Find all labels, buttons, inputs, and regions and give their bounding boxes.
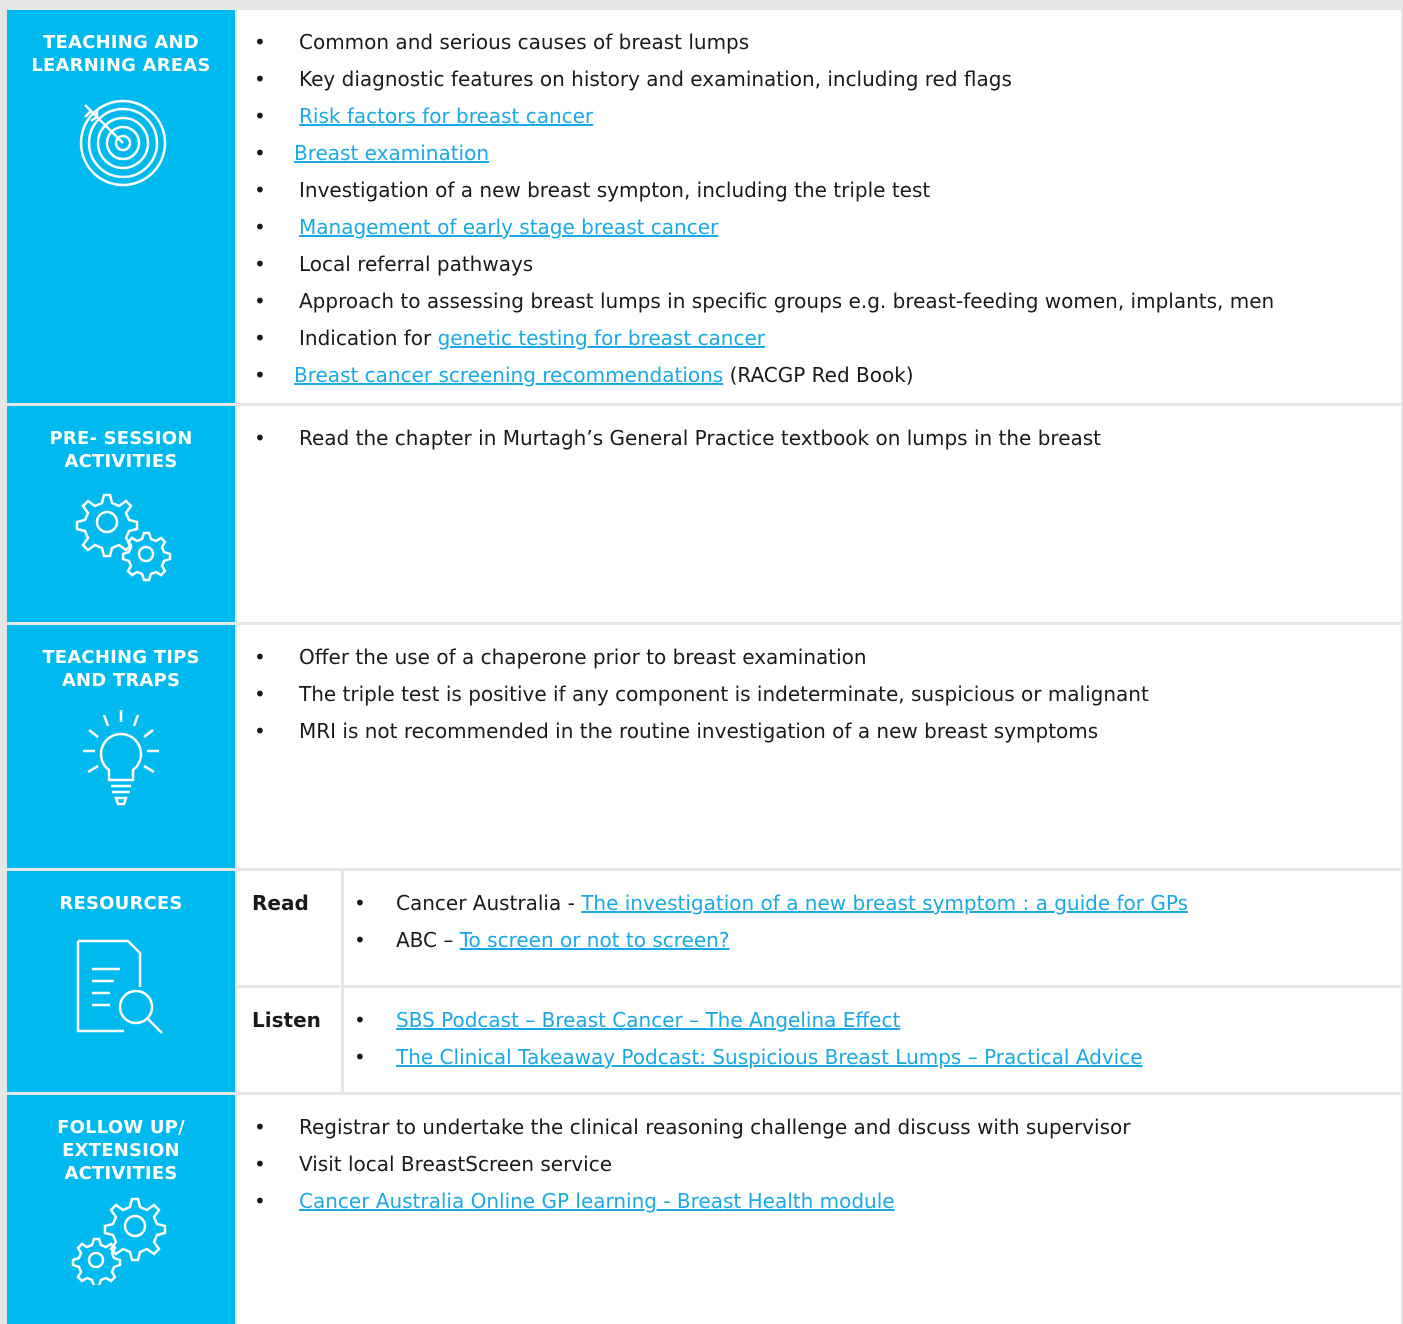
bullet: • (254, 326, 266, 350)
row-resources: RESOURCES Read • Cancer Australia - The … (7, 871, 1401, 1092)
pre-session-header: PRE- SESSION ACTIVITIES (7, 406, 235, 622)
lightbulb-icon (83, 710, 159, 806)
follow-up-header: FOLLOW UP/ EXTENSION ACTIVITIES (7, 1095, 235, 1324)
list-item-text: Cancer Australia Online GP learning - Br… (299, 1187, 895, 1215)
row-pre-session: PRE- SESSION ACTIVITIES • Read the chapte… (7, 406, 1401, 622)
list-item-text: Approach to assessing breast lumps in sp… (299, 287, 1274, 315)
item-text: Local referral pathways (299, 252, 534, 276)
resource-link[interactable]: Management of early stage breast cancer (299, 215, 718, 239)
item-text: Offer the use of a chaperone prior to br… (299, 645, 867, 669)
resource-link[interactable]: The investigation of a new breast sympto… (581, 891, 1188, 915)
resource-link[interactable]: Risk factors for breast cancer (299, 104, 593, 128)
row-teaching-areas: TEACHING AND LEARNING AREAS • Common and … (7, 10, 1401, 403)
pre-session-title: PRE- SESSION ACTIVITIES (49, 428, 193, 472)
bullet: • (254, 67, 266, 91)
bullet: • (254, 1115, 266, 1139)
item-text: Read the chapter in Murtagh’s General Pr… (299, 426, 1102, 450)
list-item-text: Read the chapter in Murtagh’s General Pr… (299, 424, 1101, 452)
bullet: • (354, 1008, 366, 1032)
bullet: • (254, 363, 266, 387)
follow-up-content: • Registrar to undertake the clinical rea… (237, 1095, 1401, 1324)
item-text: The triple test is positive if any compo… (299, 682, 1149, 706)
bullet: • (254, 178, 266, 202)
listen-label-cell: Listen (237, 988, 341, 1092)
bullet: • (254, 1189, 266, 1213)
read-label: Read (252, 891, 309, 915)
item-text: Registrar to undertake the clinical reas… (299, 1115, 1131, 1139)
row-follow-up: FOLLOW UP/ EXTENSION ACTIVITIES • Registr… (7, 1095, 1401, 1324)
document-search-icon (76, 939, 163, 1034)
item-text: Investigation of a new breast sympton, i… (299, 178, 931, 202)
bullet: • (254, 645, 266, 669)
item-text: MRI is not recommended in the routine in… (299, 719, 1099, 743)
list-item-text: Risk factors for breast cancer (299, 102, 593, 130)
list-item-text: Breast cancer screening recommendations … (294, 361, 914, 389)
row-teaching-tips: TEACHING TIPS AND TRAPS • Offer the use … (7, 625, 1401, 868)
list-item-text: SBS Podcast – Breast Cancer – The Angeli… (396, 1006, 900, 1034)
list-item-text: Local referral pathways (299, 250, 533, 278)
learning-plan-table: TEACHING AND LEARNING AREAS • Common and … (7, 10, 1401, 1324)
resource-link[interactable]: SBS Podcast – Breast Cancer – The Angeli… (396, 1008, 900, 1032)
bullet: • (254, 289, 266, 313)
list-item-text: Offer the use of a chaperone prior to br… (299, 643, 867, 671)
listen-content: • SBS Podcast – Breast Cancer – The Angel… (344, 988, 1401, 1092)
list-item-text: Cancer Australia - The investigation of … (396, 889, 1188, 917)
resource-link[interactable]: genetic testing for breast cancer (438, 326, 765, 350)
bullet: • (354, 928, 366, 952)
bullet: • (354, 891, 366, 915)
list-item-text: The triple test is positive if any compo… (299, 680, 1149, 708)
list-item-text: MRI is not recommended in the routine in… (299, 717, 1098, 745)
resource-link[interactable]: Cancer Australia Online GP learning - Br… (299, 1189, 895, 1213)
teaching-tips-title: TEACHING TIPS AND TRAPS (42, 647, 200, 691)
resource-link[interactable]: Breast cancer screening recommendations (294, 363, 723, 387)
resources-title: RESOURCES (59, 893, 183, 914)
teaching-tips-content: • Offer the use of a chaperone prior to b… (237, 625, 1401, 868)
teaching-tips-header: TEACHING TIPS AND TRAPS (7, 625, 235, 868)
bullet: • (254, 682, 266, 706)
bullet: • (254, 30, 266, 54)
item-text: Approach to assessing breast lumps in sp… (299, 289, 1275, 313)
item-text: Visit local BreastScreen service (299, 1152, 613, 1176)
gears-icon (71, 1197, 167, 1285)
read-label-cell: Read (237, 871, 341, 985)
resource-link[interactable]: Breast examination (294, 141, 489, 165)
item-text: Key diagnostic features on history and e… (299, 67, 1012, 91)
list-item-text: The Clinical Takeaway Podcast: Suspiciou… (396, 1043, 1143, 1071)
item-prefix: ABC – (396, 928, 460, 952)
bullet: • (254, 252, 266, 276)
gears-icon (75, 493, 172, 582)
bullet: • (254, 719, 266, 743)
item-suffix: (RACGP Red Book) (723, 363, 914, 387)
list-item-text: Registrar to undertake the clinical reas… (299, 1113, 1130, 1141)
target-icon (79, 99, 167, 187)
bullet: • (254, 426, 266, 450)
item-text: Common and serious causes of breast lump… (299, 30, 750, 54)
list-item-text: ABC – To screen or not to screen? (396, 926, 729, 954)
item-prefix: Indication for (299, 326, 438, 350)
item-prefix: Cancer Australia - (396, 891, 582, 915)
bullet: • (254, 104, 266, 128)
resources-header: RESOURCES (7, 871, 235, 1092)
resource-link[interactable]: To screen or not to screen? (460, 928, 730, 952)
bullet: • (254, 1152, 266, 1176)
pre-session-content: • Read the chapter in Murtagh’s General P… (237, 406, 1401, 622)
list-item-text: Common and serious causes of breast lump… (299, 28, 749, 56)
list-item-text: Indication for genetic testing for breas… (299, 324, 765, 352)
bullet: • (354, 1045, 366, 1069)
teaching-areas-header: TEACHING AND LEARNING AREAS (7, 10, 235, 403)
list-item-text: Key diagnostic features on history and e… (299, 65, 1012, 93)
resources-content: Read • Cancer Australia - The investigati… (237, 871, 1401, 1092)
list-item-text: Management of early stage breast cancer (299, 213, 718, 241)
list-item-text: Breast examination (294, 139, 489, 167)
read-content: • Cancer Australia - The investigation of… (344, 871, 1401, 985)
teaching-areas-content: • Common and serious causes of breast lum… (237, 10, 1401, 403)
list-item-text: Visit local BreastScreen service (299, 1150, 612, 1178)
bullet: • (254, 141, 266, 165)
teaching-areas-title: TEACHING AND LEARNING AREAS (31, 32, 211, 76)
follow-up-title: FOLLOW UP/ EXTENSION ACTIVITIES (57, 1117, 185, 1184)
listen-label: Listen (252, 1008, 321, 1032)
list-item-text: Investigation of a new breast sympton, i… (299, 176, 930, 204)
resource-link[interactable]: The Clinical Takeaway Podcast: Suspiciou… (396, 1045, 1143, 1069)
bullet: • (254, 215, 266, 239)
